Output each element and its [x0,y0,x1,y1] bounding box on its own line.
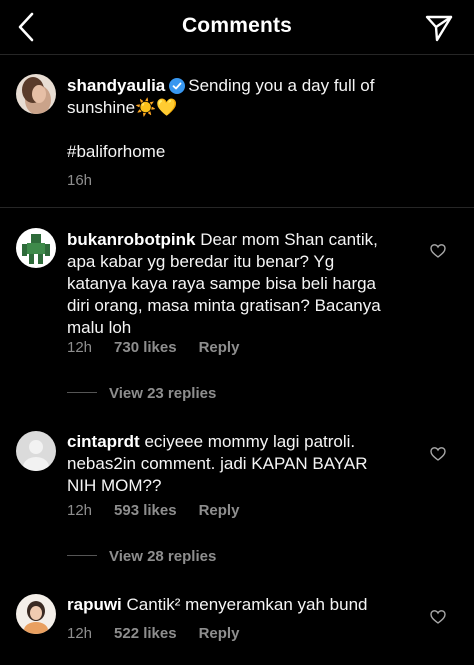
caption-avatar[interactable] [16,74,56,114]
verified-badge-icon [169,78,186,94]
caption-username[interactable]: shandyaulia [67,76,165,95]
like-heart-icon[interactable] [430,609,446,625]
comment-username[interactable]: cintaprdt [67,432,140,451]
replies-divider-line [67,392,97,393]
comment-time: 12h [67,339,93,356]
avatar-image-icon [16,594,56,634]
like-heart-icon[interactable] [430,446,446,462]
header-bar: Comments [0,0,474,55]
caption-text-line2: sunshine [67,98,136,117]
reply-button[interactable]: Reply [199,625,240,642]
reply-button[interactable]: Reply [199,339,240,356]
comment-username[interactable]: bukanrobotpink [67,230,195,249]
comment-username[interactable]: rapuwi [67,595,122,614]
comment-meta-bukanrobotpink: 12h 730 likes Reply [67,339,261,356]
comment-time: 12h [67,625,93,642]
like-heart-icon[interactable] [430,243,446,259]
default-avatar-icon [16,431,56,471]
avatar-image-icon [16,74,56,114]
comment-text-cintaprdt: cintaprdt eciyeee mommy lagi patroli. ne… [67,432,368,495]
replies-divider-line [67,555,97,556]
comment-time: 12h [67,502,93,519]
comment-avatar-cintaprdt[interactable] [16,431,56,471]
robot-avatar-icon [16,228,56,268]
comment-meta-rapuwi: 12h 522 likes Reply [67,625,261,642]
reply-button[interactable]: Reply [199,502,240,519]
comment-text-bukanrobotpink: bukanrobotpink Dear mom Shan cantik, apa… [67,230,381,337]
view-replies-button[interactable]: View 23 replies [67,385,216,402]
comment-likes[interactable]: 593 likes [114,502,177,519]
view-replies-button[interactable]: View 28 replies [67,548,216,565]
direct-message-icon[interactable] [424,13,454,43]
caption-emojis: ☀️💛 [135,98,178,117]
comment-avatar-bukanrobotpink[interactable] [16,228,56,268]
caption-time: 16h [67,172,93,189]
comment-likes[interactable]: 522 likes [114,625,177,642]
caption-text: shandyaulia Sending you a day full of sun… [67,75,447,119]
caption-hashtag[interactable]: #baliforhome [67,141,165,163]
comment-text-rapuwi: rapuwi Cantik² menyeramkan yah bund [67,595,368,614]
comment-likes[interactable]: 730 likes [114,339,177,356]
page-title: Comments [181,14,293,37]
comment-avatar-rapuwi[interactable] [16,594,56,634]
caption-text-line1: Sending you a day full of [188,76,375,95]
comment-meta-cintaprdt: 12h 593 likes Reply [67,502,261,519]
